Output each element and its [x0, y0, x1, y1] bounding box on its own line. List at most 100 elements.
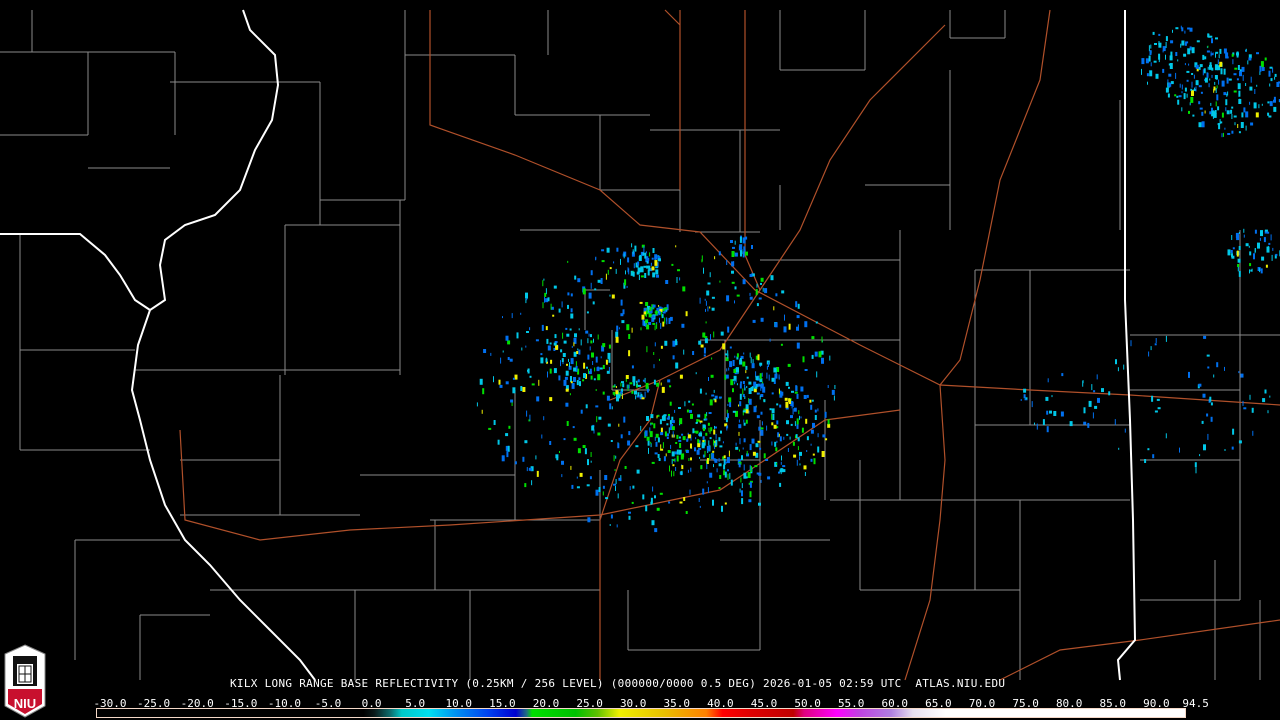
echo-pixel: [1162, 46, 1166, 52]
echo-pixel: [1238, 371, 1240, 374]
echo-pixel: [727, 413, 729, 419]
echo-pixel: [803, 465, 807, 470]
echo-pixel: [633, 380, 636, 386]
echo-pixel: [1184, 87, 1187, 92]
echo-pixel: [569, 362, 570, 368]
echo-pixel: [589, 346, 591, 351]
echo-pixel: [806, 450, 808, 452]
echo-pixel: [1156, 398, 1160, 401]
echo-pixel: [703, 347, 706, 354]
echo-pixel: [571, 484, 574, 489]
echo-pixel: [1214, 81, 1216, 85]
echo-pixel: [664, 307, 668, 310]
echo-pixel: [1245, 243, 1249, 247]
echo-pixel: [660, 382, 662, 386]
echo-pixel: [654, 436, 656, 441]
echo-pixel: [622, 383, 625, 388]
echo-pixel: [1233, 90, 1237, 93]
echo-pixel: [790, 415, 793, 419]
echo-pixel: [664, 340, 668, 346]
echo-pixel: [483, 349, 487, 353]
echo-pixel: [1199, 454, 1201, 457]
echo-pixel: [792, 408, 794, 415]
echo-pixel: [653, 379, 656, 385]
echo-pixel: [590, 375, 593, 380]
echo-pixel: [563, 340, 567, 344]
echo-pixel: [1236, 250, 1239, 257]
echo-pixel: [615, 336, 619, 343]
echo-pixel: [1226, 93, 1228, 97]
echo-pixel: [1216, 362, 1219, 368]
echo-pixel: [524, 483, 527, 488]
echo-pixel: [734, 381, 736, 385]
echo-pixel: [782, 465, 786, 468]
echo-pixel: [578, 377, 581, 381]
echo-pixel: [745, 236, 748, 240]
echo-pixel: [609, 294, 611, 297]
echo-pixel: [605, 359, 608, 365]
echo-pixel: [739, 401, 742, 407]
echo-pixel: [692, 351, 695, 355]
echo-pixel: [606, 395, 610, 401]
echo-pixel: [683, 497, 686, 501]
echo-pixel: [570, 293, 573, 297]
echo-pixel: [1175, 27, 1179, 30]
echo-pixel: [729, 402, 732, 408]
echo-pixel: [629, 486, 631, 491]
echo-pixel: [1175, 72, 1177, 79]
echo-pixel: [719, 445, 723, 448]
echo-pixel: [1083, 407, 1086, 414]
echo-pixel: [594, 288, 597, 291]
echo-pixel: [756, 392, 760, 395]
echo-pixel: [755, 443, 759, 448]
echo-pixel: [749, 481, 752, 488]
echo-pixel: [1247, 60, 1249, 65]
echo-pixel: [1221, 80, 1225, 87]
echo-pixel: [657, 414, 660, 417]
echo-pixel: [658, 311, 661, 316]
echo-pixel: [507, 445, 510, 452]
echo-pixel: [707, 422, 710, 426]
echo-pixel: [773, 424, 777, 429]
echo-pixel: [597, 374, 601, 381]
echo-pixel: [1207, 33, 1210, 38]
echo-pixel: [751, 438, 755, 444]
echo-pixel: [595, 489, 599, 496]
echo-pixel: [709, 472, 713, 478]
echo-pixel: [728, 397, 732, 403]
echo-pixel: [713, 389, 715, 393]
echo-pixel: [779, 404, 782, 408]
echo-pixel: [542, 302, 544, 309]
echo-pixel: [622, 253, 624, 257]
echo-pixel: [705, 392, 707, 395]
echo-pixel: [1200, 91, 1203, 94]
echo-pixel: [786, 433, 789, 436]
echo-pixel: [726, 457, 730, 464]
echo-pixel: [1240, 122, 1244, 128]
echo-pixel: [671, 458, 673, 464]
echo-pixel: [609, 267, 612, 270]
echo-pixel: [714, 443, 716, 450]
echo-pixel: [803, 395, 807, 399]
echo-pixel: [700, 344, 704, 348]
echo-pixel: [710, 427, 713, 432]
echo-pixel: [1179, 447, 1180, 453]
echo-pixel: [699, 388, 702, 394]
echo-pixel: [732, 360, 735, 366]
echo-pixel: [561, 301, 563, 308]
echo-pixel: [602, 365, 605, 369]
echo-pixel: [804, 472, 806, 476]
echo-pixel: [547, 371, 548, 378]
echo-pixel: [559, 451, 560, 453]
echo-pixel: [612, 391, 615, 395]
echo-pixel: [704, 413, 707, 419]
echo-pixel: [769, 338, 771, 342]
echo-pixel: [688, 400, 691, 403]
echo-pixel: [670, 444, 672, 449]
echo-pixel: [690, 467, 692, 472]
echo-pixel: [1238, 440, 1242, 444]
echo-pixel: [628, 350, 631, 357]
echo-pixel: [616, 325, 619, 332]
echo-pixel: [654, 528, 658, 533]
echo-pixel: [628, 334, 631, 339]
